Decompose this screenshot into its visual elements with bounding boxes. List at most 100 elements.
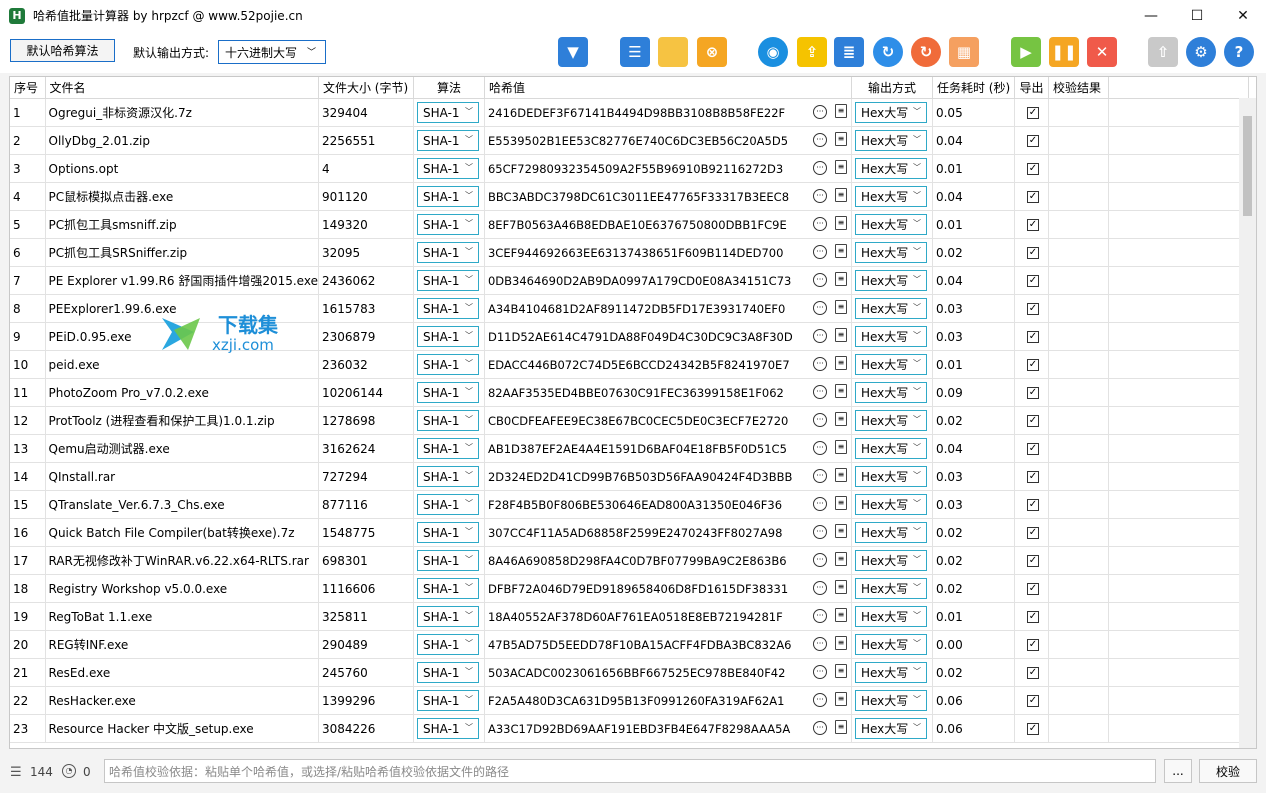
row-algorithm-select[interactable]: SHA-1 ﹀ [416,690,479,711]
copy-icon[interactable]: ≡ [834,440,847,454]
row-format-select[interactable]: Hex大写 ﹀ [854,718,927,739]
more-icon[interactable]: ··· [812,581,827,595]
eye-button[interactable]: ◉ [758,37,788,67]
clear-search-button[interactable]: ⊗ [697,37,727,67]
copy-icon[interactable]: ≡ [834,412,847,426]
row-algorithm-select[interactable]: SHA-1 ﹀ [416,634,479,655]
row-format-select[interactable]: Hex大写 ﹀ [854,242,927,263]
header-export[interactable]: 导出 [1014,77,1049,99]
table-row[interactable]: 12 ProtToolz (进程查看和保护工具)1.0.1.zip 1278698 S… [10,406,1249,435]
table-row[interactable]: 11 PhotoZoom Pro_v7.0.2.exe 10206144 SHA-1 ﹀… [10,378,1249,407]
more-icon[interactable]: ··· [812,609,827,623]
copy-icon[interactable]: ≡ [834,692,847,706]
table-row[interactable]: 14 QInstall.rar 727294 SHA-1 ﹀ 2D324ED2D41CD9… [10,462,1249,491]
row-export-checkbox[interactable]: ✓ [1026,638,1039,651]
settings-button[interactable]: ⚙ [1186,37,1216,67]
row-export-checkbox[interactable]: ✓ [1026,302,1039,315]
close-button[interactable]: ✕ [1220,0,1266,31]
more-icon[interactable]: ··· [812,553,827,567]
row-export-checkbox[interactable]: ✓ [1026,162,1039,175]
more-icon[interactable]: ··· [812,693,827,707]
list-button[interactable]: ☰ [620,37,650,67]
copy-icon[interactable]: ≡ [834,580,847,594]
row-algorithm-select[interactable]: SHA-1 ﹀ [416,494,479,515]
table-row[interactable]: 17 RAR无视修改补丁WinRAR.v6.22.x64-RLTS.rar 6983… [10,546,1249,575]
copy-icon[interactable]: ≡ [834,608,847,622]
table-row[interactable]: 16 Quick Batch File Compiler(bat转换exe).7z… [10,518,1249,547]
filter-button[interactable]: ▼ [558,37,588,67]
verify-basis-input[interactable]: 哈希值校验依据：粘贴单个哈希值，或选择/粘贴哈希值校验依据文件的路径 [104,759,1156,783]
row-export-checkbox[interactable]: ✓ [1026,330,1039,343]
more-icon[interactable]: ··· [812,357,827,371]
table-row[interactable]: 2 OllyDbg_2.01.zip 2256551 SHA-1 ﹀ E5539502B1… [10,126,1249,155]
row-export-checkbox[interactable]: ✓ [1026,722,1039,735]
top-button[interactable]: ⇧ [1148,37,1178,67]
table-row[interactable]: 22 ResHacker.exe 1399296 SHA-1 ﹀ F2A5A480D3CA… [10,686,1249,715]
table-row[interactable]: 7 PE Explorer v1.99.R6 舒国雨插件增强2015.exe 243… [10,266,1249,295]
more-icon[interactable]: ··· [812,665,827,679]
header-filesize[interactable]: 文件大小 (字节) [318,77,414,99]
row-export-checkbox[interactable]: ✓ [1026,582,1039,595]
table-row[interactable]: 23 Resource Hacker 中文版_setup.exe 3084226 SH… [10,714,1249,743]
copy-icon[interactable]: ≡ [834,720,847,734]
row-export-checkbox[interactable]: ✓ [1026,274,1039,287]
more-icon[interactable]: ··· [812,441,827,455]
copy-icon[interactable]: ≡ [834,468,847,482]
header-output-format[interactable]: 输出方式 [851,77,933,99]
row-algorithm-select[interactable]: SHA-1 ﹀ [416,326,479,347]
copy-icon[interactable]: ≡ [834,216,847,230]
vertical-scrollbar[interactable] [1239,98,1256,748]
more-icon[interactable]: ··· [812,189,827,203]
row-algorithm-select[interactable]: SHA-1 ﹀ [416,466,479,487]
copy-icon[interactable]: ≡ [834,524,847,538]
more-icon[interactable]: ··· [812,133,827,147]
more-icon[interactable]: ··· [812,217,827,231]
row-format-select[interactable]: Hex大写 ﹀ [854,158,927,179]
table-row[interactable]: 3 Options.opt 4 SHA-1 ﹀ 65CF72980932354509A2F… [10,154,1249,183]
row-algorithm-select[interactable]: SHA-1 ﹀ [416,410,479,431]
more-icon[interactable]: ··· [812,637,827,651]
start-button[interactable]: ▶ [1011,37,1041,67]
details-button[interactable]: ≣ [834,37,864,67]
copy-icon[interactable]: ≡ [834,160,847,174]
row-export-checkbox[interactable]: ✓ [1026,386,1039,399]
row-format-select[interactable]: Hex大写 ﹀ [854,550,927,571]
row-format-select[interactable]: Hex大写 ﹀ [854,270,927,291]
row-algorithm-select[interactable]: SHA-1 ﹀ [416,186,479,207]
row-format-select[interactable]: Hex大写 ﹀ [854,214,927,235]
more-icon[interactable]: ··· [812,721,827,735]
more-icon[interactable]: ··· [812,273,827,287]
row-export-checkbox[interactable]: ✓ [1026,442,1039,455]
row-export-checkbox[interactable]: ✓ [1026,134,1039,147]
row-algorithm-select[interactable]: SHA-1 ﹀ [416,270,479,291]
copy-icon[interactable]: ≡ [834,244,847,258]
more-icon[interactable]: ··· [812,245,827,259]
row-export-checkbox[interactable]: ✓ [1026,106,1039,119]
table-row[interactable]: 21 ResEd.exe 245760 SHA-1 ﹀ 503ACADC002306165… [10,658,1249,687]
row-format-select[interactable]: Hex大写 ﹀ [854,438,927,459]
row-algorithm-select[interactable]: SHA-1 ﹀ [416,214,479,235]
copy-icon[interactable]: ≡ [834,104,847,118]
row-algorithm-select[interactable]: SHA-1 ﹀ [416,298,479,319]
copy-icon[interactable]: ≡ [834,356,847,370]
row-export-checkbox[interactable]: ✓ [1026,526,1039,539]
row-export-checkbox[interactable]: ✓ [1026,554,1039,567]
row-format-select[interactable]: Hex大写 ﹀ [854,354,927,375]
row-export-checkbox[interactable]: ✓ [1026,246,1039,259]
copy-icon[interactable]: ≡ [834,384,847,398]
header-filename[interactable]: 文件名 [45,77,319,99]
row-format-select[interactable]: Hex大写 ﹀ [854,690,927,711]
folder-button[interactable] [658,37,688,67]
table-row[interactable]: 13 Qemu启动测试器.exe 3162624 SHA-1 ﹀ AB1D387EF2AE… [10,434,1249,463]
row-export-checkbox[interactable]: ✓ [1026,414,1039,427]
row-format-select[interactable]: Hex大写 ﹀ [854,298,927,319]
row-export-checkbox[interactable]: ✓ [1026,610,1039,623]
copy-icon[interactable]: ≡ [834,552,847,566]
row-format-select[interactable]: Hex大写 ﹀ [854,186,927,207]
row-algorithm-select[interactable]: SHA-1 ﹀ [416,102,479,123]
row-algorithm-select[interactable]: SHA-1 ﹀ [416,606,479,627]
row-export-checkbox[interactable]: ✓ [1026,218,1039,231]
table-row[interactable]: 1 Ogregui_非标资源汉化.7z 329404 SHA-1 ﹀ 2416DEDEF3… [10,98,1249,127]
row-format-select[interactable]: Hex大写 ﹀ [854,522,927,543]
row-export-checkbox[interactable]: ✓ [1026,190,1039,203]
